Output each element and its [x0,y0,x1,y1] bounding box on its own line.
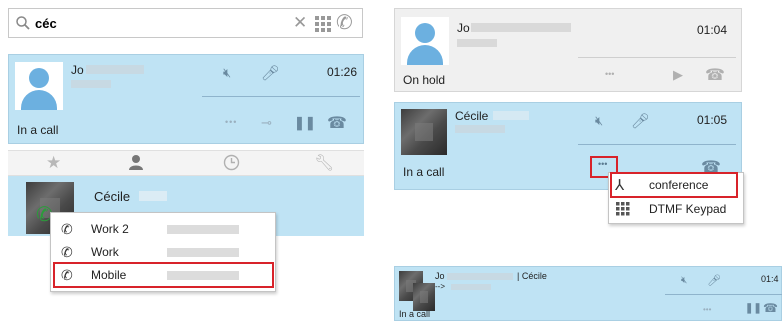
held-call-card[interactable]: Jo 01:04 On hold ••• ▶ ☎︎ [394,8,742,92]
call-status: In a call [399,309,431,319]
dialpad-icon[interactable] [314,15,332,33]
transfer-icon[interactable]: ⊸ [261,115,272,131]
phone-icon: ✆ [61,244,73,260]
contacts-tab-icon[interactable] [128,154,144,171]
favorites-tab-icon[interactable]: ★ [46,153,61,173]
call-divider [665,294,782,295]
caller-name-redacted [493,111,529,120]
contact-name: Cécile [94,189,131,204]
history-tab-icon[interactable] [223,154,240,171]
caller-number-redacted [455,125,505,133]
caller-number-redacted [457,39,497,47]
conference-highlight-box [610,172,738,198]
conference-participant: Jo [435,271,445,281]
call-timer: 01:04 [697,23,728,37]
more-options-button[interactable]: ••• [605,69,614,79]
menu-item-work-2[interactable]: ✆ Work 2 [51,220,275,239]
call-divider [578,144,736,145]
mute-speaker-icon[interactable]: 🔇︎ [681,275,687,286]
call-phone-icon[interactable]: ✆ [336,12,353,34]
resume-icon[interactable]: ▶ [673,67,683,83]
menu-item-label: Work 2 [91,222,129,236]
call-status: In a call [403,165,445,179]
search-bar: ✕ ✆ [8,8,363,38]
pause-icon[interactable]: ❚❚ [745,303,762,314]
call-divider [578,57,736,58]
mute-speaker-icon[interactable]: 🔇︎ [595,113,603,129]
call-status: In a call [17,123,59,137]
caller-number-redacted [71,80,111,88]
left-dialer-panel: ✕ ✆ Jo 🔇︎ 🎤︎ 01:26 In a call ••• ⊸ ❚❚ ☎︎… [8,8,364,298]
caller-name: Cécile [455,109,489,123]
number-redacted [167,248,239,257]
phone-icon: ✆ [61,221,73,237]
contact-surname-redacted [139,191,167,201]
call-timer: 01:26 [327,65,358,79]
call-status: On hold [403,73,446,87]
microphone-icon[interactable]: 🎤︎ [707,274,721,287]
pause-icon[interactable]: ❚❚ [294,115,316,131]
menu-item-work[interactable]: ✆ Work [51,243,275,262]
caller-name: Jo [457,21,470,35]
clear-search-icon[interactable]: ✕ [293,14,307,32]
caller-photo [401,109,447,155]
participant-photo [413,283,435,311]
menu-item-dtmf-keypad[interactable]: DTMF Keypad [609,200,743,219]
menu-item-label: DTMF Keypad [649,202,727,216]
hangup-icon[interactable]: ☎︎ [763,301,778,315]
default-avatar [15,62,63,110]
hangup-icon[interactable]: ☎︎ [705,65,725,85]
search-icon [15,15,31,31]
number-redacted [167,225,239,234]
tab-bar: ★ 🔧︎ [8,150,364,176]
conference-call-card[interactable]: Jo | Cécile --> 🔇︎ 🎤︎ 01:4 In a call •••… [394,266,782,321]
more-options-button[interactable]: ••• [225,117,237,127]
caller-name-redacted [471,23,571,32]
settings-tab-icon[interactable]: 🔧︎ [314,153,334,173]
call-timer: 01:05 [697,113,728,127]
more-options-button[interactable]: ••• [703,305,711,314]
mute-speaker-icon[interactable]: 🔇︎ [223,65,231,81]
default-avatar [401,17,449,65]
participant-name-redacted [447,273,513,280]
menu-item-label: Work [91,245,119,259]
active-call-card[interactable]: Jo 🔇︎ 🎤︎ 01:26 In a call ••• ⊸ ❚❚ ☎︎ [8,54,364,144]
search-input[interactable] [35,14,285,32]
mobile-highlight-box [53,262,274,288]
hangup-icon[interactable]: ☎︎ [327,113,347,133]
conference-arrow: --> [435,282,445,291]
conference-participant-separator: | Cécile [517,271,547,281]
microphone-icon[interactable]: 🎤︎ [631,112,650,130]
caller-name: Jo [71,63,84,77]
call-timer: 01:4 [761,274,779,284]
call-divider [202,96,360,97]
keypad-icon [616,202,630,216]
participant-number-redacted [451,284,491,290]
caller-name-redacted [86,65,144,74]
microphone-icon[interactable]: 🎤︎ [261,64,280,82]
right-call-panel: Jo 01:04 On hold ••• ▶ ☎︎ Cécile 🔇︎ 🎤︎ 0… [394,8,744,224]
